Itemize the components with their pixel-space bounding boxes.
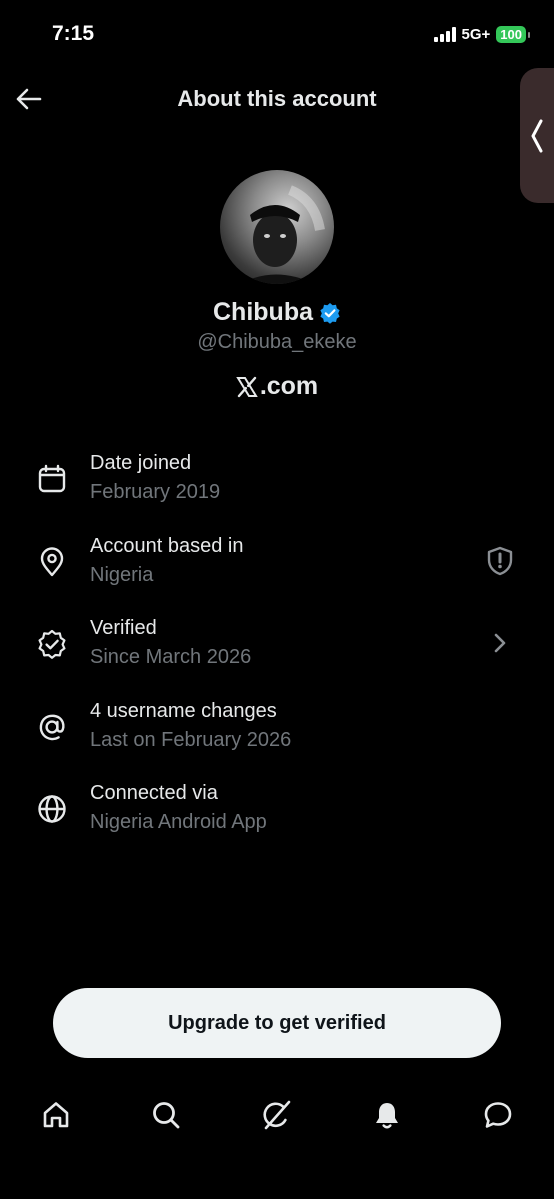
top-app-bar: About this account — [0, 72, 554, 128]
list-item-account-based-in: Account based in Nigeria — [0, 531, 554, 614]
page-title: About this account — [177, 86, 377, 111]
home-icon — [43, 1102, 69, 1128]
info-title: 4 username changes — [90, 699, 277, 722]
info-subtitle: February 2019 — [90, 481, 221, 503]
profile-name-row: Chibuba — [0, 298, 554, 327]
battery-icon: 100 — [496, 26, 530, 43]
home-indicator — [187, 1183, 367, 1188]
tab-messages[interactable] — [480, 1097, 516, 1133]
tab-home[interactable] — [38, 1097, 74, 1133]
at-sign-icon — [39, 714, 65, 740]
network-type: 5G+ — [461, 26, 491, 43]
profile-name: Chibuba — [213, 298, 313, 326]
info-title: Account based in — [90, 534, 244, 557]
info-subtitle: Since March 2026 — [90, 646, 252, 668]
chevron-right-icon — [494, 633, 506, 653]
status-indicators: 5G+ 100 — [433, 26, 530, 43]
list-item-username-changes: 4 username changes Last on February 2026 — [0, 696, 554, 779]
upgrade-to-get-verified-button[interactable]: Upgrade to get verified — [53, 988, 501, 1058]
notifications-bell-icon — [376, 1103, 398, 1129]
tab-notifications[interactable] — [369, 1097, 405, 1133]
info-subtitle: Last on February 2026 — [90, 728, 292, 751]
info-subtitle: Nigeria Android App — [90, 811, 267, 833]
status-time: 7:15 — [52, 22, 95, 45]
x-com-label: .com — [0, 372, 554, 401]
signal-strength-icon — [433, 27, 456, 42]
info-subtitle: Nigeria — [90, 563, 154, 586]
search-icon — [153, 1102, 180, 1129]
globe-icon — [38, 795, 66, 823]
messages-icon — [484, 1102, 512, 1128]
bottom-tab-bar — [0, 1085, 554, 1145]
avatar — [220, 170, 334, 284]
tab-search[interactable] — [148, 1097, 184, 1133]
x-logo-icon — [236, 376, 258, 397]
info-title: Date joined — [90, 452, 192, 474]
site-domain: .com — [259, 372, 319, 400]
list-item-date-joined: Date joined February 2019 — [0, 448, 554, 531]
calendar-icon — [38, 464, 66, 493]
status-bar: 7:15 5G+ 100 — [0, 0, 554, 70]
tab-grok[interactable] — [259, 1097, 295, 1133]
avatar-photo — [240, 185, 325, 284]
edge-panel-handle[interactable] — [520, 68, 554, 203]
chevron-left-icon — [531, 119, 543, 152]
shield-alert-icon[interactable] — [484, 545, 516, 577]
info-title: Verified — [90, 617, 157, 639]
verified-badge-icon — [38, 629, 66, 659]
list-item-connected-via: Connected via Nigeria Android App — [0, 778, 554, 861]
grok-icon — [263, 1100, 291, 1130]
list-item-verified[interactable]: Verified Since March 2026 — [0, 613, 554, 696]
location-pin-icon — [40, 546, 64, 576]
account-info-list: Date joined February 2019 Account based … — [0, 448, 554, 861]
info-title: Connected via — [90, 782, 218, 804]
profile-handle: @Chibuba_ekeke — [197, 331, 357, 353]
verified-checkmark-icon — [320, 302, 340, 324]
